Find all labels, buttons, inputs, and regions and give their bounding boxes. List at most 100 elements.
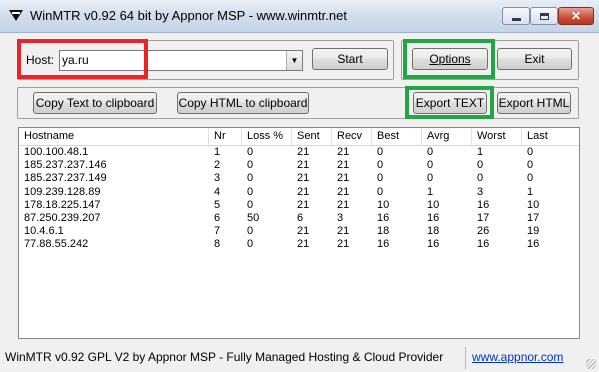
col-avrg[interactable]: Avrg xyxy=(422,128,472,145)
resize-grip-icon[interactable] xyxy=(586,359,596,369)
cell-recv: 21 xyxy=(337,146,350,158)
table-row[interactable]: 185.237.237.149 3 0 21 21 0 0 0 0 xyxy=(19,172,579,185)
table-header: Hostname Nr Loss % Sent Recv Best Avrg W… xyxy=(19,128,579,146)
cell-sent: 21 xyxy=(297,185,310,198)
cell-worst: 0 xyxy=(477,159,484,172)
cell-recv: 21 xyxy=(337,185,350,198)
cell-nr: 6 xyxy=(214,212,221,224)
cell-worst: 0 xyxy=(477,172,484,185)
cell-hostname: 10.4.6.1 xyxy=(24,225,64,238)
cell-nr: 1 xyxy=(214,146,221,158)
minimize-icon xyxy=(511,17,521,21)
cell-hostname: 77.88.55.242 xyxy=(24,238,89,251)
cell-loss: 0 xyxy=(247,238,254,251)
cell-hostname: 100.100.48.1 xyxy=(24,146,89,158)
cell-last: 0 xyxy=(527,172,534,185)
minimize-button[interactable] xyxy=(502,7,530,25)
maximize-button[interactable] xyxy=(530,7,558,25)
cell-loss: 0 xyxy=(247,198,254,211)
cell-last: 17 xyxy=(527,212,540,224)
cell-last: 16 xyxy=(527,238,540,251)
exit-button[interactable]: Exit xyxy=(497,48,572,70)
cell-hostname: 185.237.237.146 xyxy=(24,159,107,172)
cell-last: 10 xyxy=(527,198,540,211)
status-bar: WinMTR v0.92 GPL V2 by Appnor MSP - Full… xyxy=(0,344,599,372)
appnor-link[interactable]: www.appnor.com xyxy=(472,350,563,364)
cell-nr: 2 xyxy=(214,159,221,172)
cell-nr: 5 xyxy=(214,198,221,211)
status-text: WinMTR v0.92 GPL V2 by Appnor MSP - Full… xyxy=(5,350,444,364)
table-row[interactable]: 109.239.128.89 4 0 21 21 0 1 3 1 xyxy=(19,186,579,199)
col-worst[interactable]: Worst xyxy=(472,128,522,145)
results-table[interactable]: Hostname Nr Loss % Sent Recv Best Avrg W… xyxy=(18,127,580,339)
window-title: WinMTR v0.92 64 bit by Appnor MSP - www.… xyxy=(30,8,347,23)
col-loss[interactable]: Loss % xyxy=(242,128,292,145)
cell-nr: 4 xyxy=(214,185,221,198)
start-button[interactable]: Start xyxy=(312,48,388,70)
cell-worst: 16 xyxy=(477,198,490,211)
cell-last: 1 xyxy=(527,185,534,198)
cell-worst: 17 xyxy=(477,212,490,224)
cell-best: 0 xyxy=(377,185,384,198)
table-row[interactable]: 10.4.6.1 7 0 21 21 18 18 26 19 xyxy=(19,225,579,238)
col-nr[interactable]: Nr xyxy=(209,128,242,145)
table-row[interactable]: 178.18.225.147 5 0 21 21 10 10 16 10 xyxy=(19,199,579,212)
col-best[interactable]: Best xyxy=(372,128,422,145)
dropdown-arrow-icon[interactable]: ▼ xyxy=(286,51,302,70)
copy-text-button[interactable]: Copy Text to clipboard xyxy=(33,92,157,114)
cell-recv: 21 xyxy=(337,159,350,172)
status-divider xyxy=(465,347,466,369)
cell-best: 10 xyxy=(377,198,390,211)
cell-recv: 21 xyxy=(337,198,350,211)
cell-hostname: 185.237.237.149 xyxy=(24,172,107,185)
col-last[interactable]: Last xyxy=(522,128,579,145)
cell-loss: 0 xyxy=(247,225,254,238)
cell-avrg: 18 xyxy=(427,225,440,238)
cell-avrg: 0 xyxy=(427,159,434,172)
cell-sent: 21 xyxy=(297,238,310,251)
maximize-icon xyxy=(539,12,549,20)
table-row[interactable]: 87.250.239.207 6 50 6 3 16 16 17 17 xyxy=(19,212,579,225)
cell-worst: 3 xyxy=(477,185,484,198)
cell-nr: 7 xyxy=(214,225,221,238)
cell-loss: 0 xyxy=(247,185,254,198)
cell-avrg: 16 xyxy=(427,212,440,224)
cell-sent: 21 xyxy=(297,146,310,158)
cell-loss: 0 xyxy=(247,172,254,185)
cell-worst: 26 xyxy=(477,225,490,238)
cell-loss: 0 xyxy=(247,159,254,172)
cell-recv: 21 xyxy=(337,172,350,185)
cell-recv: 21 xyxy=(337,238,350,251)
cell-hostname: 178.18.225.147 xyxy=(24,198,101,211)
close-button[interactable]: ✕ xyxy=(558,7,594,25)
cell-avrg: 16 xyxy=(427,238,440,251)
cell-avrg: 10 xyxy=(427,198,440,211)
cell-sent: 21 xyxy=(297,198,310,211)
cell-best: 0 xyxy=(377,159,384,172)
cell-sent: 21 xyxy=(297,225,310,238)
table-row[interactable]: 77.88.55.242 8 0 21 21 16 16 16 16 xyxy=(19,238,579,251)
table-row[interactable]: 185.237.237.146 2 0 21 21 0 0 0 0 xyxy=(19,159,579,172)
cell-sent: 6 xyxy=(297,212,304,224)
title-bar: WinMTR v0.92 64 bit by Appnor MSP - www.… xyxy=(0,0,599,33)
col-hostname[interactable]: Hostname xyxy=(19,128,209,145)
cell-last: 0 xyxy=(527,146,534,158)
export-html-button[interactable]: Export HTML xyxy=(497,92,571,114)
cell-nr: 8 xyxy=(214,238,221,251)
cell-recv: 21 xyxy=(337,225,350,238)
copy-html-button[interactable]: Copy HTML to clipboard xyxy=(177,92,309,114)
cell-worst: 1 xyxy=(477,146,484,158)
cell-best: 16 xyxy=(377,212,390,224)
cell-sent: 21 xyxy=(297,159,310,172)
cell-worst: 16 xyxy=(477,238,490,251)
export-highlight-box xyxy=(405,86,494,119)
winmtr-app-icon xyxy=(9,10,23,21)
cell-avrg: 0 xyxy=(427,172,434,185)
cell-best: 16 xyxy=(377,238,390,251)
col-sent[interactable]: Sent xyxy=(292,128,332,145)
cell-last: 0 xyxy=(527,159,534,172)
col-recv[interactable]: Recv xyxy=(332,128,372,145)
table-row[interactable]: 100.100.48.1 1 0 21 21 0 0 1 0 xyxy=(19,146,579,159)
cell-last: 19 xyxy=(527,225,540,238)
cell-nr: 3 xyxy=(214,172,221,185)
